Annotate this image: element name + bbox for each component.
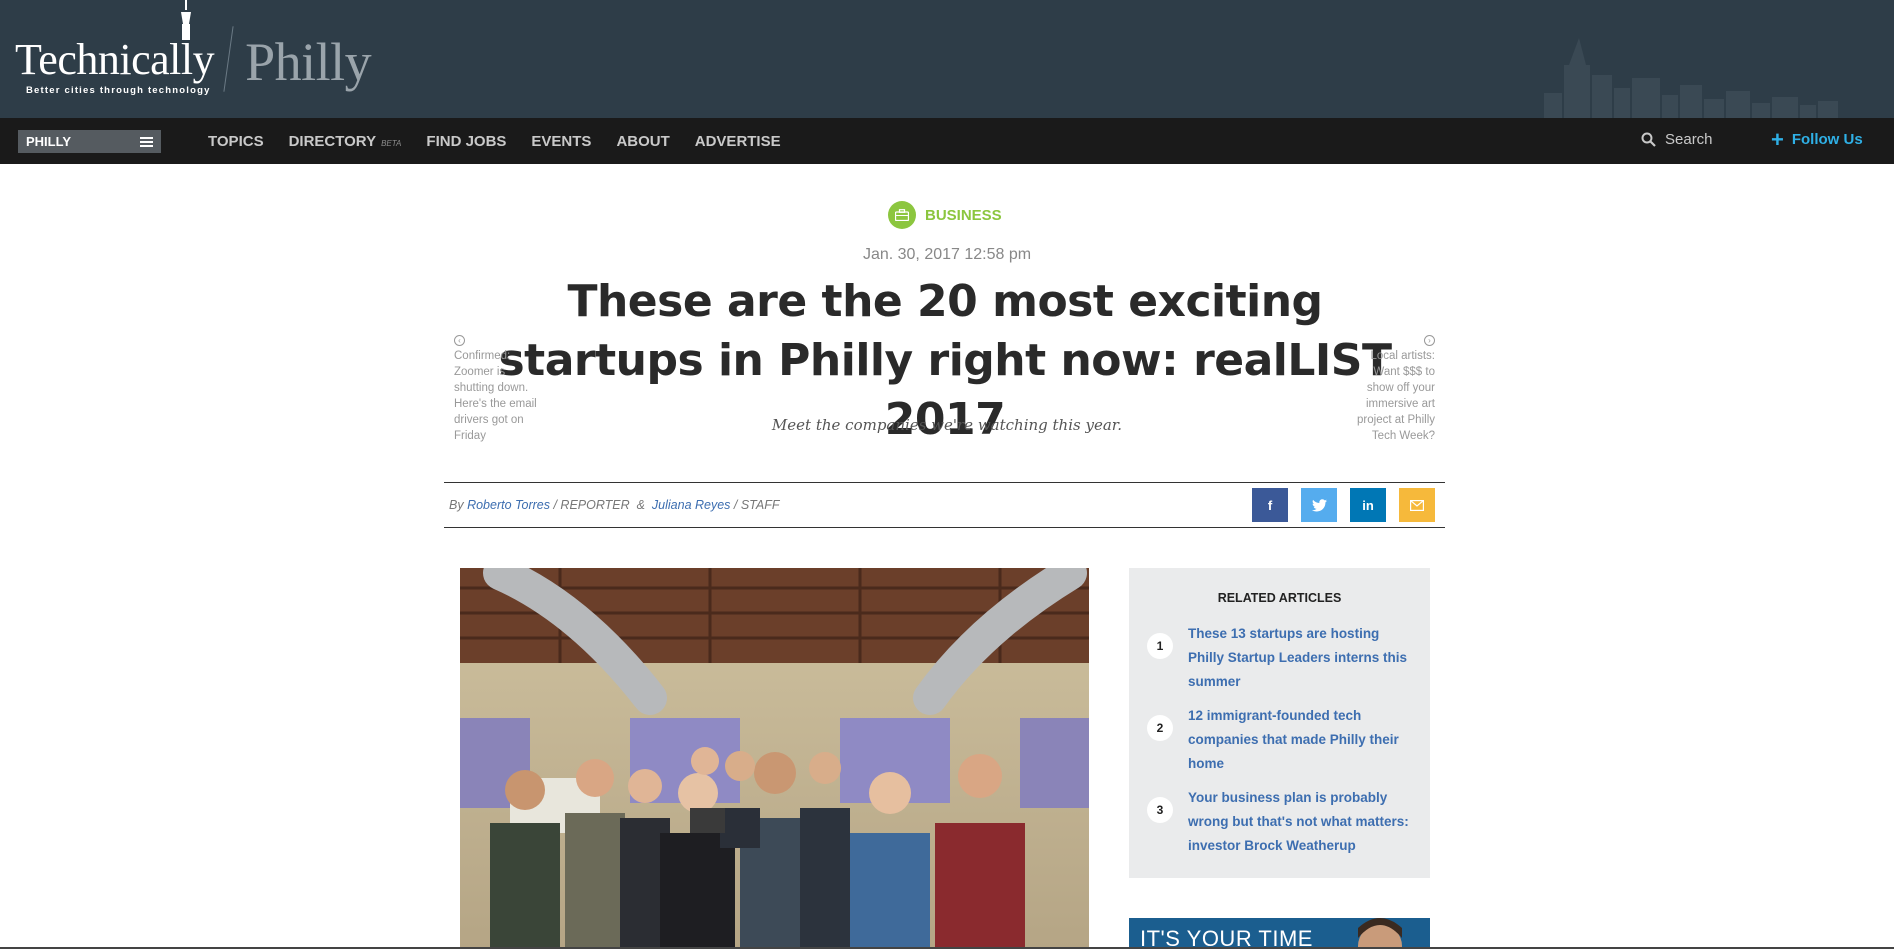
linkedin-share-button[interactable]: in (1350, 488, 1386, 522)
category-label: BUSINESS (925, 206, 1002, 224)
logo-city: Philly (245, 32, 372, 92)
plus-icon: + (1771, 126, 1784, 152)
author-role-1: REPORTER (560, 498, 630, 512)
related-article-number: 2 (1147, 715, 1173, 741)
ad-portrait-image (1358, 918, 1402, 949)
author-link-1[interactable]: Roberto Torres (467, 498, 550, 512)
search-button[interactable]: Search (1641, 131, 1713, 148)
byline-prefix: By (449, 498, 464, 512)
related-article-item[interactable]: 3 Your business plan is probably wrong b… (1147, 786, 1417, 858)
twitter-share-button[interactable] (1301, 488, 1337, 522)
related-article-item[interactable]: 2 12 immigrant-founded tech companies th… (1147, 704, 1417, 776)
related-articles-title: RELATED ARTICLES (1217, 591, 1342, 605)
email-share-button[interactable] (1399, 488, 1435, 522)
related-articles: RELATED ARTICLES 1 These 13 startups are… (1129, 568, 1430, 878)
sidebar-ad[interactable]: IT'S YOUR TIME (1129, 918, 1430, 949)
related-article-link[interactable]: Your business plan is probably wrong but… (1188, 786, 1417, 858)
nav-link-about[interactable]: ABOUT (616, 133, 669, 150)
article-date: Jan. 30, 2017 12:58 pm (862, 246, 1032, 263)
related-article-link[interactable]: These 13 startups are hosting Philly Sta… (1188, 622, 1417, 694)
site-header: Technically Better cities through techno… (0, 0, 1894, 118)
byline: By Roberto Torres / REPORTER & Juliana R… (449, 498, 780, 512)
arrow-right-icon: › (1424, 335, 1435, 346)
related-article-number: 3 (1147, 797, 1173, 823)
ad-text: IT'S YOUR TIME (1140, 926, 1313, 949)
author-link-2[interactable]: Juliana Reyes (652, 498, 731, 512)
building-icon (181, 0, 191, 40)
nav-link-advertise[interactable]: ADVERTISE (695, 133, 781, 150)
city-selector-label: PHILLY (26, 134, 72, 149)
related-article-item[interactable]: 1 These 13 startups are hosting Philly S… (1147, 622, 1417, 694)
nav-link-events[interactable]: EVENTS (531, 133, 591, 150)
author-role-2: STAFF (740, 498, 780, 512)
byline-bar: By Roberto Torres / REPORTER & Juliana R… (444, 482, 1445, 528)
beta-badge: BETA (381, 138, 402, 148)
main-nav: PHILLY TOPICS DIRECTORY BETA FIND JOBS E… (0, 118, 1894, 164)
envelope-icon (1410, 499, 1424, 511)
nav-link-directory-label: DIRECTORY (288, 132, 377, 150)
facebook-icon: f (1267, 497, 1273, 513)
related-article-link[interactable]: 12 immigrant-founded tech companies that… (1188, 704, 1417, 776)
logo-divider (223, 26, 234, 92)
skyline-graphic (1544, 38, 1838, 118)
briefcase-icon (888, 201, 916, 229)
follow-us-button[interactable]: + Follow Us (1771, 126, 1863, 152)
nav-link-topics[interactable]: TOPICS (208, 133, 264, 150)
facebook-share-button[interactable]: f (1252, 488, 1288, 522)
logo-brand: Technically (15, 35, 215, 84)
related-article-number: 1 (1147, 633, 1173, 659)
city-selector[interactable]: PHILLY (18, 130, 161, 153)
search-label: Search (1665, 131, 1713, 148)
nav-link-directory[interactable]: DIRECTORY BETA (289, 133, 402, 150)
search-icon (1641, 132, 1656, 147)
hamburger-menu-icon (140, 136, 153, 147)
nav-links: TOPICS DIRECTORY BETA FIND JOBS EVENTS A… (208, 118, 781, 164)
arrow-left-icon: ‹ (454, 335, 465, 346)
share-buttons: f in (1252, 488, 1435, 522)
logo-tagline: Better cities through technology (26, 85, 211, 96)
article-category[interactable]: BUSINESS (888, 201, 1002, 229)
logo-wordmark: Technically Better cities through techno… (15, 35, 215, 97)
linkedin-icon: in (1362, 497, 1374, 513)
twitter-icon (1311, 498, 1327, 511)
nav-link-find-jobs[interactable]: FIND JOBS (426, 133, 506, 150)
article-hero-image (460, 568, 1089, 949)
follow-us-label: Follow Us (1791, 131, 1863, 148)
byline-joiner: & (636, 498, 645, 512)
article-dek: Meet the companies we're watching this y… (771, 416, 1123, 434)
